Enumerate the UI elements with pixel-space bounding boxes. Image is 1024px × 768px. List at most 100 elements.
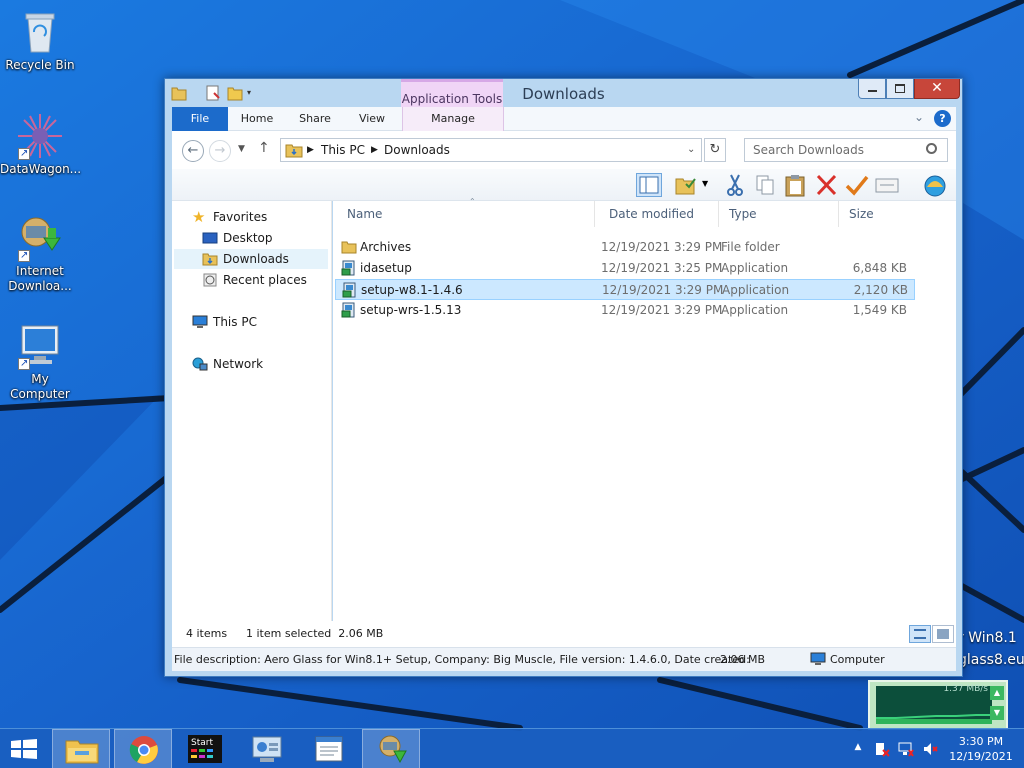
nav-this-pc[interactable]: This PC xyxy=(192,312,257,332)
help-icon[interactable]: ? xyxy=(934,110,951,127)
file-size: 2,120 KB xyxy=(853,283,908,297)
network-tray-icon[interactable] xyxy=(898,741,914,757)
file-row[interactable]: setup-wrs-1.5.13 12/19/2021 3:29 PM Applic… xyxy=(335,300,915,321)
recent-places-icon xyxy=(202,273,218,287)
tab-home[interactable]: Home xyxy=(230,107,284,131)
breadcrumb-downloads[interactable]: Downloads xyxy=(384,143,450,157)
clock-time: 3:30 PM xyxy=(958,735,1004,748)
show-hidden-icons[interactable]: ▲ xyxy=(850,742,866,758)
refresh-icon: ↻ xyxy=(709,142,721,157)
file-row[interactable]: Archives 12/19/2021 3:29 PM File folder xyxy=(335,237,915,258)
nav-downloads-label: Downloads xyxy=(223,252,289,266)
column-header-size[interactable]: Size xyxy=(841,201,921,227)
ribbon-tabs: File Home Share View Manage ⌄ ? xyxy=(172,107,956,131)
cut-button[interactable] xyxy=(722,173,748,197)
delete-button[interactable] xyxy=(814,173,840,197)
shell-extension-button[interactable] xyxy=(922,173,948,197)
desktop-icon-datawagon[interactable]: DataWagon... xyxy=(0,112,81,177)
taskbar-file-explorer[interactable] xyxy=(52,729,110,768)
back-button[interactable]: ← xyxy=(182,140,204,162)
tab-manage[interactable]: Manage xyxy=(402,107,504,131)
nav-desktop[interactable]: Desktop xyxy=(202,228,273,248)
action-center-icon[interactable] xyxy=(874,741,890,757)
rename-button[interactable] xyxy=(844,173,870,197)
column-header-date[interactable]: Date modified xyxy=(601,201,719,227)
taskbar-chrome[interactable] xyxy=(114,729,172,768)
preview-pane-button[interactable] xyxy=(636,173,662,197)
search-icon[interactable] xyxy=(926,143,937,154)
details-bar: File description: Aero Glass for Win8.1+… xyxy=(172,647,956,671)
nav-network[interactable]: Network xyxy=(192,354,263,374)
setup-app-icon xyxy=(341,302,357,318)
file-row[interactable]: setup-w8.1-1.4.6 12/19/2021 3:29 PM Applic… xyxy=(335,279,915,300)
breadcrumb-separator-icon: ▶ xyxy=(371,145,378,155)
internet-download-manager-icon xyxy=(16,214,64,263)
maximize-button[interactable] xyxy=(886,79,914,99)
recent-locations-icon[interactable]: ▼ xyxy=(238,144,245,154)
properties-button[interactable] xyxy=(874,173,900,197)
taskbar-clock[interactable]: 3:30 PM 12/19/2021 xyxy=(944,734,1018,764)
tab-view[interactable]: View xyxy=(346,107,398,131)
taskbar-internet-download-manager[interactable] xyxy=(362,729,420,768)
expand-ribbon-icon[interactable]: ⌄ xyxy=(914,110,924,124)
close-button[interactable]: ✕ xyxy=(914,79,960,99)
widget-scroll-down-icon[interactable]: ▼ xyxy=(990,706,1004,720)
file-row[interactable]: idasetup 12/19/2021 3:25 PM Application 6,8… xyxy=(335,258,915,279)
desktop-icon-recycle-bin[interactable]: Recycle Bin xyxy=(0,8,80,73)
chrome-icon xyxy=(129,736,158,764)
network-rate: 1.37 MB/s xyxy=(943,684,988,694)
copy-button[interactable] xyxy=(752,173,778,197)
selection-info: 1 item selected 2.06 MB xyxy=(246,627,384,640)
start-button[interactable] xyxy=(0,729,48,768)
column-header-type[interactable]: Type xyxy=(721,201,839,227)
folder-options-button[interactable] xyxy=(674,173,700,197)
large-icons-view-button[interactable] xyxy=(932,625,954,643)
downloads-folder-icon xyxy=(285,144,303,158)
address-dropdown-icon[interactable]: ⌄ xyxy=(687,144,695,155)
file-size: 1,549 KB xyxy=(852,303,907,317)
window-title: Downloads xyxy=(522,85,605,103)
svg-text:Start: Start xyxy=(191,738,213,748)
widget-scroll-up-icon[interactable]: ▲ xyxy=(990,686,1004,700)
network-meter-widget[interactable]: 1.37 MB/s ▲ ▼ xyxy=(868,680,1008,730)
network-icon xyxy=(192,357,208,371)
breadcrumb-this-pc[interactable]: This PC xyxy=(321,143,365,157)
refresh-button[interactable]: ↻ xyxy=(704,138,726,162)
column-header-name[interactable]: Name xyxy=(339,201,595,227)
file-size: 6,848 KB xyxy=(852,261,907,275)
title-bar[interactable]: ▾ Application Tools Downloads ✕ xyxy=(165,79,962,111)
minimize-button[interactable] xyxy=(858,79,886,99)
file-type: Application xyxy=(721,303,789,317)
taskbar-notepad-app[interactable] xyxy=(300,729,358,768)
computer-zone-icon xyxy=(810,652,826,669)
dropdown-arrow-icon[interactable]: ▼ xyxy=(702,179,708,188)
large-icons-view-icon xyxy=(937,629,949,639)
computer-icon xyxy=(192,315,208,329)
taskbar-control-panel[interactable] xyxy=(238,729,296,768)
file-date-modified: 12/19/2021 3:29 PM xyxy=(601,303,723,317)
tab-share[interactable]: Share xyxy=(286,107,344,131)
tab-file[interactable]: File xyxy=(172,107,228,131)
search-input[interactable]: Search Downloads xyxy=(744,138,948,162)
forward-button[interactable]: → xyxy=(209,140,231,162)
nav-favorites[interactable]: ★ Favorites xyxy=(192,207,267,227)
taskbar-start-app[interactable]: Start xyxy=(176,729,234,768)
file-list-pane: ⌃ Name Date modified Type Size Archives 1… xyxy=(333,197,956,621)
up-arrow-icon[interactable]: ↑ xyxy=(258,140,270,156)
desktop-folder-icon xyxy=(202,231,218,245)
nav-recent-places[interactable]: Recent places xyxy=(202,270,307,290)
maximize-icon xyxy=(895,84,905,93)
file-type: File folder xyxy=(721,240,780,254)
desktop-icon-my-computer[interactable]: My Computer xyxy=(0,322,80,402)
details-view-button[interactable] xyxy=(909,625,931,643)
desktop-icon-internet-download-manager[interactable]: Internet Downloa... xyxy=(0,214,80,294)
scissors-icon xyxy=(727,174,743,196)
address-box[interactable]: ▶ This PC ▶ Downloads ⌄ xyxy=(280,138,702,162)
file-description: File description: Aero Glass for Win8.1+… xyxy=(174,653,750,666)
volume-muted-icon[interactable] xyxy=(922,741,938,757)
nav-downloads[interactable]: Downloads xyxy=(174,249,328,269)
checkmark-icon xyxy=(845,175,869,196)
paste-button[interactable] xyxy=(782,173,808,197)
nav-recent-places-label: Recent places xyxy=(223,273,307,287)
breadcrumb-separator-icon: ▶ xyxy=(307,145,314,155)
